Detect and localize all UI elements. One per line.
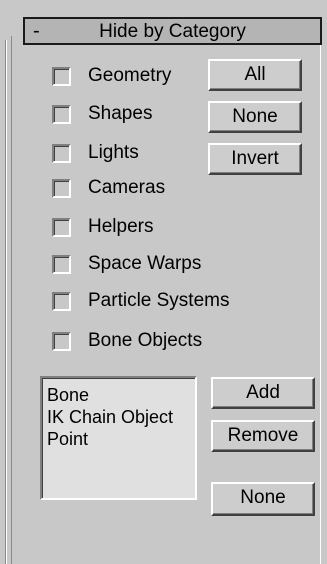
particle-systems-checkbox[interactable]	[52, 291, 71, 311]
helpers-label: Helpers	[88, 216, 154, 237]
all-button[interactable]: All	[208, 59, 302, 91]
list-item[interactable]: IK Chain Object	[47, 406, 195, 428]
space-warps-checkbox[interactable]	[52, 254, 71, 274]
lights-label: Lights	[88, 142, 139, 163]
category-bone-objects[interactable]: Bone Objects	[52, 328, 202, 354]
category-particle-systems[interactable]: Particle Systems	[52, 288, 229, 314]
object-type-list[interactable]: Bone IK Chain Object Point	[40, 376, 197, 500]
category-geometry[interactable]: Geometry	[52, 63, 171, 89]
rollout-header[interactable]: - Hide by Category	[23, 17, 322, 45]
cameras-label: Cameras	[88, 177, 166, 198]
bone-objects-checkbox[interactable]	[52, 331, 71, 351]
list-item[interactable]: Point	[47, 428, 195, 450]
geometry-checkbox[interactable]	[52, 66, 71, 86]
list-item[interactable]: Bone	[47, 384, 195, 406]
category-lights[interactable]: Lights	[52, 140, 139, 166]
list-none-button[interactable]: None	[211, 482, 315, 516]
shapes-checkbox[interactable]	[52, 104, 71, 124]
helpers-checkbox[interactable]	[52, 217, 71, 237]
category-cameras[interactable]: Cameras	[52, 175, 165, 201]
particle-systems-label: Particle Systems	[88, 290, 230, 311]
remove-button[interactable]: Remove	[211, 420, 315, 452]
add-button[interactable]: Add	[211, 377, 315, 409]
category-space-warps[interactable]: Space Warps	[52, 251, 201, 277]
panel-edge-highlight	[6, 40, 7, 564]
lights-checkbox[interactable]	[52, 143, 71, 163]
rollout-title: Hide by Category	[99, 21, 246, 42]
shapes-label: Shapes	[88, 103, 153, 124]
category-helpers[interactable]: Helpers	[52, 214, 153, 240]
category-shapes[interactable]: Shapes	[52, 101, 152, 127]
invert-button[interactable]: Invert	[208, 143, 302, 175]
none-button[interactable]: None	[208, 101, 302, 133]
space-warps-label: Space Warps	[88, 253, 202, 274]
bone-objects-label: Bone Objects	[88, 330, 203, 351]
geometry-label: Geometry	[88, 65, 172, 86]
cameras-checkbox[interactable]	[52, 178, 71, 198]
